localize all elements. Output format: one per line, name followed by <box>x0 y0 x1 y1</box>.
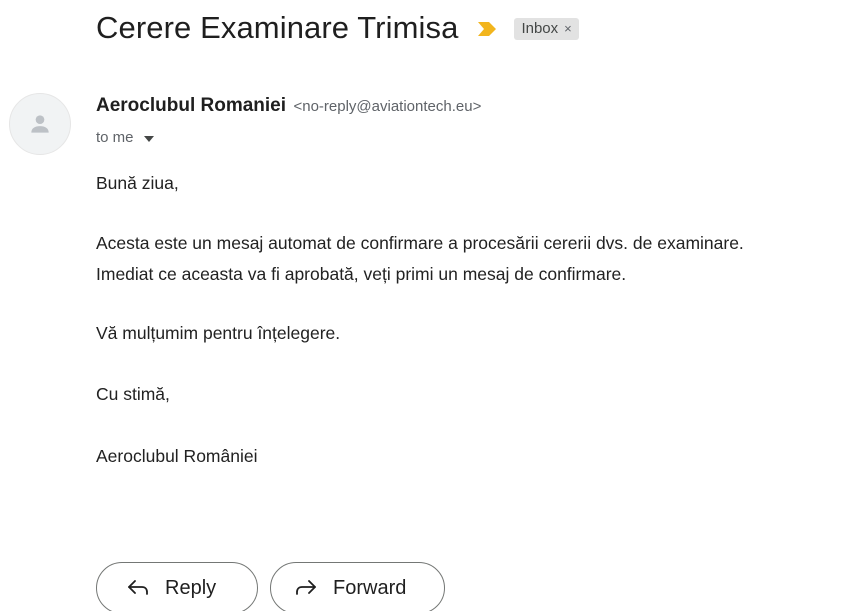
sender-name[interactable]: Aeroclubul Romaniei <box>96 95 286 116</box>
sender-avatar[interactable] <box>9 93 71 155</box>
forward-arrow-icon <box>296 580 316 595</box>
importance-marker-icon[interactable] <box>478 22 497 36</box>
inbox-label-chip: Inbox × <box>514 18 579 40</box>
email-view: Cerere Examinare Trimisa Inbox × Aeroclu… <box>0 0 847 611</box>
email-subject: Cerere Examinare Trimisa <box>96 10 459 45</box>
label-text: Inbox <box>521 20 559 37</box>
email-body-line: Acesta este un mesaj automat de confirma… <box>96 233 744 253</box>
remove-label-icon[interactable]: × <box>564 21 572 36</box>
person-icon <box>31 115 49 133</box>
email-thanks: Vă mulțumim pentru înțelegere. <box>96 323 341 343</box>
email-closing: Cu stimă, <box>96 384 170 404</box>
chevron-down-icon[interactable] <box>143 135 154 142</box>
email-paragraph: Acesta este un mesaj automat de confirma… <box>96 228 744 290</box>
recipient-details-toggle[interactable]: to me <box>96 129 154 146</box>
email-signature: Aeroclubul României <box>96 446 258 466</box>
reply-label: Reply <box>165 576 217 599</box>
sender-row: Aeroclubul Romaniei <no-reply@aviationte… <box>96 95 481 117</box>
sender-email: <no-reply@aviationtech.eu> <box>293 98 482 115</box>
forward-button[interactable]: Forward <box>270 562 445 611</box>
reply-button[interactable]: Reply <box>96 562 258 611</box>
email-body-line: Imediat ce aceasta va fi aprobată, veți … <box>96 264 627 284</box>
email-greeting: Bună ziua, <box>96 173 179 193</box>
forward-label: Forward <box>333 576 407 599</box>
reply-arrow-icon <box>128 580 148 595</box>
recipient-text: to me <box>96 129 134 146</box>
subject-row: Cerere Examinare Trimisa Inbox × <box>96 6 579 50</box>
